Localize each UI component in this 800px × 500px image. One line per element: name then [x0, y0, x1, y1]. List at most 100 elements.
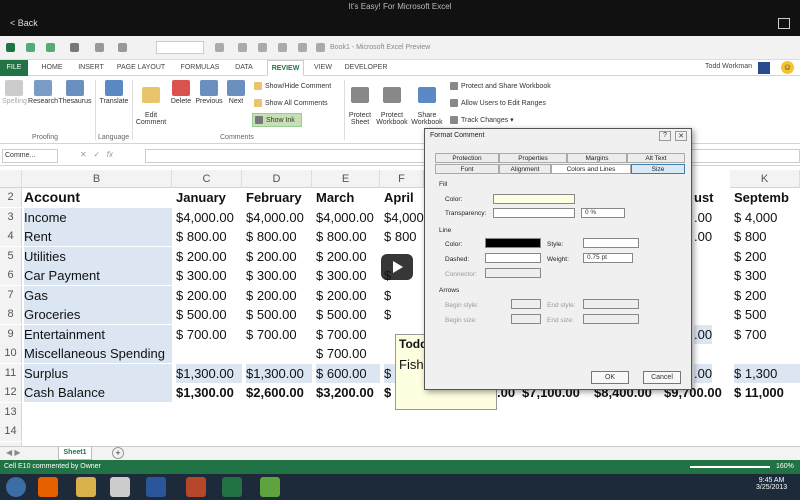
user-name[interactable]: Todd Workman: [705, 63, 752, 70]
connector-select[interactable]: [485, 268, 541, 278]
tab-review[interactable]: REVIEW: [267, 60, 304, 76]
preview-icon[interactable]: [278, 43, 287, 52]
cell-b[interactable]: Rent: [24, 227, 172, 246]
start-button-icon[interactable]: [6, 477, 26, 497]
grid-cell-partial[interactable]: ust: [694, 188, 714, 207]
cell-c[interactable]: $ 200.00: [176, 247, 242, 266]
protect-sheet-button[interactable]: Protect Sheet: [346, 80, 374, 126]
row-header[interactable]: 12: [0, 383, 22, 402]
cell-f[interactable]: $4,000.00: [384, 208, 424, 227]
cell-b[interactable]: Gas: [24, 285, 172, 305]
row-header[interactable]: 10: [0, 344, 22, 363]
research-button[interactable]: Research: [28, 80, 58, 105]
cell-e[interactable]: March: [316, 188, 380, 207]
clock[interactable]: 9:45 AM 3/25/2013: [756, 477, 787, 491]
cell-e[interactable]: $4,000.00: [316, 208, 380, 227]
cancel-button[interactable]: Cancel: [643, 371, 681, 384]
show-ink-button[interactable]: Show Ink: [252, 113, 302, 127]
smiley-feedback-icon[interactable]: ☺: [781, 61, 794, 74]
row-header[interactable]: 4: [0, 227, 22, 246]
cell-c[interactable]: $ 500.00: [176, 305, 242, 324]
protect-share-button[interactable]: Protect and Share Workbook: [450, 82, 551, 90]
tab-colors-and-lines[interactable]: Colors and Lines: [551, 164, 631, 174]
row-header[interactable]: 9: [0, 324, 22, 344]
cell-k[interactable]: $ 800: [734, 227, 800, 246]
explorer-icon[interactable]: [76, 477, 96, 497]
cell-b[interactable]: Account: [24, 188, 172, 207]
tab-properties[interactable]: Properties: [499, 153, 567, 163]
end-style-select[interactable]: [583, 299, 639, 309]
line-color-select[interactable]: [485, 238, 541, 248]
zoom-level[interactable]: 160%: [776, 463, 794, 470]
cell-f[interactable]: [384, 422, 424, 441]
cell-b[interactable]: [24, 422, 172, 441]
cell-d[interactable]: $ 300.00: [246, 266, 312, 285]
cell-d[interactable]: $ 500.00: [246, 305, 312, 324]
save-icon[interactable]: [70, 43, 79, 52]
app-icon[interactable]: [260, 477, 280, 497]
tab-font[interactable]: Font: [435, 164, 499, 174]
cell-f[interactable]: April: [384, 188, 424, 207]
cell-b[interactable]: Income: [24, 207, 172, 227]
allow-users-button[interactable]: Allow Users to Edit Ranges: [450, 99, 546, 107]
delete-comment-button[interactable]: Delete: [168, 80, 194, 105]
cell-d[interactable]: [246, 422, 312, 441]
cell-c[interactable]: [176, 422, 242, 441]
cell-c[interactable]: $1,300.00: [176, 383, 242, 402]
tab-page-layout[interactable]: PAGE LAYOUT: [114, 60, 168, 76]
row-header[interactable]: 11: [0, 363, 22, 383]
style-select[interactable]: [583, 238, 639, 248]
cell-k[interactable]: $ 300: [734, 266, 800, 285]
cell-d[interactable]: $ 700.00: [246, 325, 312, 344]
show-hide-comment-button[interactable]: Show/Hide Comment: [254, 82, 331, 90]
grid-cell-partial[interactable]: .00: [694, 324, 713, 344]
cell-e[interactable]: $ 200.00: [316, 286, 380, 305]
fullscreen-icon[interactable]: [778, 18, 790, 29]
print-icon[interactable]: [258, 43, 267, 52]
paint-icon[interactable]: [186, 477, 206, 497]
row-header[interactable]: 6: [0, 266, 22, 285]
cell-d[interactable]: $1,300.00: [246, 363, 312, 383]
cell-b[interactable]: Surplus: [24, 363, 172, 383]
cell-e[interactable]: $ 800.00: [316, 227, 380, 246]
col-header-e[interactable]: E: [312, 170, 380, 188]
begin-style-select[interactable]: [511, 299, 541, 309]
row-header[interactable]: 7: [0, 285, 22, 305]
cell-b[interactable]: [24, 403, 172, 422]
row-header[interactable]: 3: [0, 207, 22, 227]
help-icon[interactable]: ?: [659, 131, 671, 141]
tab-home[interactable]: HOME: [36, 60, 68, 76]
sort-icon[interactable]: [238, 43, 247, 52]
tab-view[interactable]: VIEW: [310, 60, 336, 76]
cell-e[interactable]: $ 500.00: [316, 305, 380, 324]
word-icon[interactable]: [146, 477, 166, 497]
cell-d[interactable]: $ 200.00: [246, 286, 312, 305]
cell-d[interactable]: $ 800.00: [246, 227, 312, 246]
tab-size[interactable]: Size: [631, 164, 685, 174]
next-comment-button[interactable]: Next: [224, 80, 248, 105]
cell-d[interactable]: $4,000.00: [246, 208, 312, 227]
col-header-d[interactable]: D: [242, 170, 312, 188]
tab-formulas[interactable]: FORMULAS: [178, 60, 222, 76]
show-all-comments-button[interactable]: Show All Comments: [254, 99, 328, 107]
tab-file[interactable]: FILE: [0, 60, 28, 76]
cell-c[interactable]: [176, 344, 242, 363]
row-header[interactable]: 13: [0, 402, 22, 422]
transparency-input[interactable]: 0 %: [581, 208, 625, 218]
font-size-field[interactable]: [156, 41, 204, 54]
protect-workbook-button[interactable]: Protect Workbook: [374, 80, 410, 126]
cell-e[interactable]: $ 300.00: [316, 266, 380, 285]
row-header[interactable]: 2: [0, 188, 22, 207]
cell-c[interactable]: $4,000.00: [176, 208, 242, 227]
end-size-select[interactable]: [583, 314, 639, 324]
cell-e[interactable]: $ 700.00: [316, 344, 380, 363]
undo-icon[interactable]: [26, 43, 35, 52]
weight-input[interactable]: 0.75 pt: [583, 253, 633, 263]
grid-cell-partial[interactable]: .00: [694, 227, 712, 246]
sheet-tab[interactable]: Sheet1: [58, 447, 92, 460]
previous-comment-button[interactable]: Previous: [194, 80, 224, 105]
cell-b[interactable]: Utilities: [24, 246, 172, 266]
cell-d[interactable]: [246, 403, 312, 422]
cell-e[interactable]: $ 200.00: [316, 247, 380, 266]
cell-d[interactable]: [246, 344, 312, 363]
